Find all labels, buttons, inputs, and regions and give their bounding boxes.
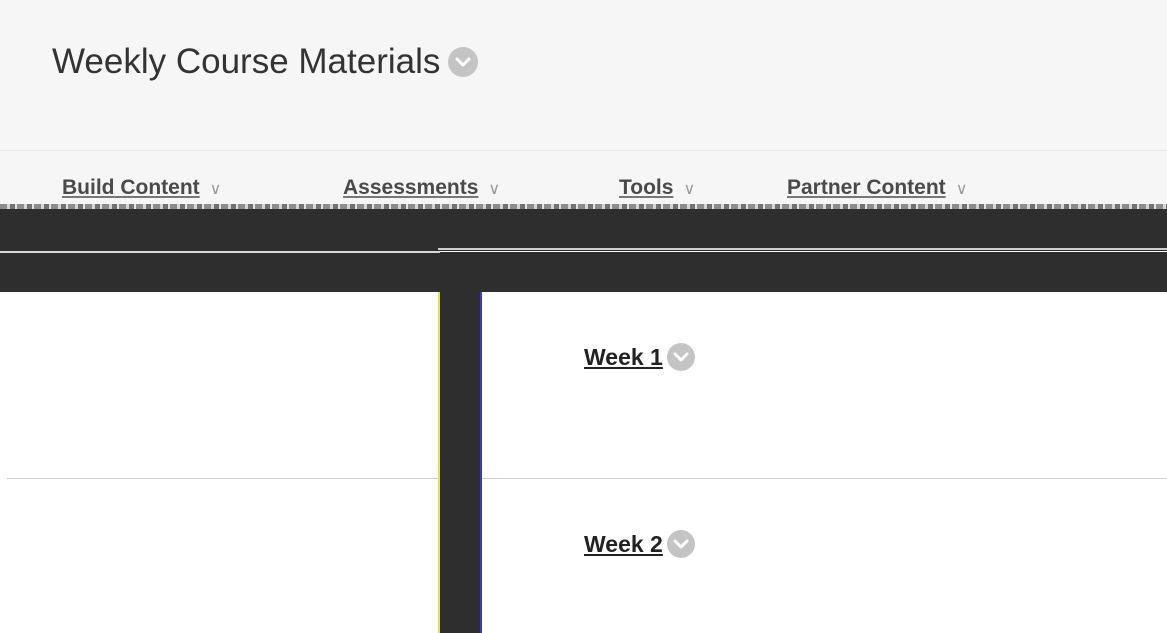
page-title: Weekly Course Materials bbox=[52, 42, 479, 82]
page-title-text: Weekly Course Materials bbox=[52, 42, 441, 81]
assessments-menu[interactable]: Assessments ∨ bbox=[343, 176, 500, 200]
tools-label: Tools bbox=[619, 176, 674, 199]
partner-content-menu[interactable]: Partner Content ∨ bbox=[787, 176, 967, 200]
circle-chevron-down-icon[interactable] bbox=[666, 530, 695, 558]
row-divider bbox=[7, 478, 438, 479]
chevron-down-icon: ∨ bbox=[955, 181, 968, 198]
chevron-down-icon: ∨ bbox=[488, 181, 501, 198]
week-2-link[interactable]: Week 2 bbox=[584, 531, 663, 558]
dark-band bbox=[0, 209, 1167, 251]
assessments-label: Assessments bbox=[343, 176, 479, 199]
week-1-link[interactable]: Week 1 bbox=[584, 344, 663, 371]
circle-chevron-down-icon[interactable] bbox=[666, 343, 695, 371]
content-item-week-2[interactable]: Week 2 bbox=[584, 530, 695, 558]
row-divider bbox=[482, 478, 1167, 479]
page: Weekly Course Materials Build Content ∨ A… bbox=[0, 0, 1167, 633]
partner-content-label: Partner Content bbox=[787, 176, 946, 199]
build-content-label: Build Content bbox=[62, 176, 200, 199]
dark-column-bar bbox=[438, 292, 482, 633]
dark-band bbox=[0, 252, 1167, 292]
circle-chevron-down-icon[interactable] bbox=[448, 47, 479, 77]
build-content-menu[interactable]: Build Content ∨ bbox=[62, 176, 221, 200]
divider bbox=[0, 251, 440, 253]
content-item-week-1[interactable]: Week 1 bbox=[584, 343, 695, 371]
chevron-down-icon: ∨ bbox=[683, 181, 696, 198]
page-header: Weekly Course Materials bbox=[0, 0, 1167, 151]
divider bbox=[438, 248, 1167, 250]
chevron-down-icon: ∨ bbox=[209, 181, 222, 198]
tools-menu[interactable]: Tools ∨ bbox=[619, 176, 695, 200]
